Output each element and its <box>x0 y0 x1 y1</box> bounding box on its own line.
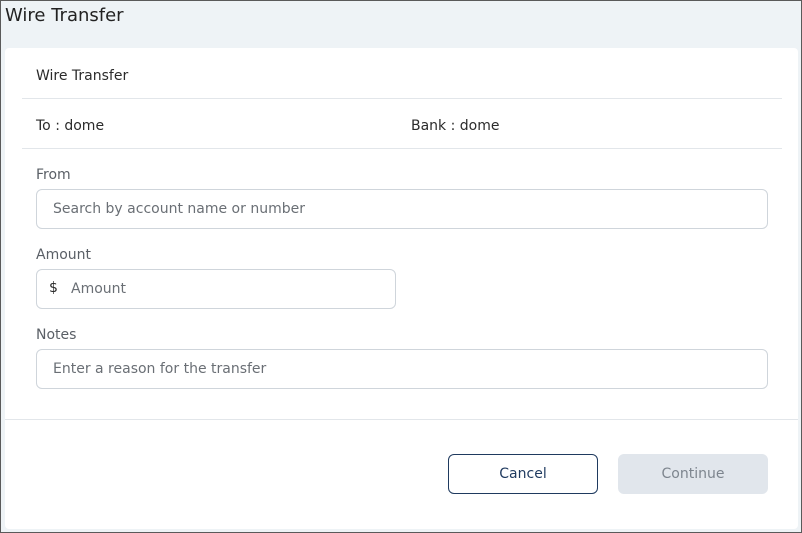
amount-field: $ <box>36 269 396 309</box>
recipient-bank: Bank : dome <box>411 118 500 134</box>
notes-input[interactable] <box>36 349 768 389</box>
header-divider <box>22 98 782 99</box>
amount-input[interactable] <box>36 269 396 309</box>
wire-transfer-card: Wire Transfer To : dome Bank : dome From… <box>5 48 798 529</box>
notes-label: Notes <box>36 327 77 343</box>
window-title: Wire Transfer <box>5 5 124 26</box>
cancel-button[interactable]: Cancel <box>448 454 598 494</box>
continue-button[interactable]: Continue <box>618 454 768 494</box>
footer-divider <box>5 419 798 420</box>
currency-symbol: $ <box>49 280 58 296</box>
recipient-name: To : dome <box>36 118 105 134</box>
recipient-divider <box>22 148 782 149</box>
app-window: Wire Transfer Wire Transfer To : dome Ba… <box>0 0 802 533</box>
from-label: From <box>36 167 71 183</box>
from-account-search-input[interactable] <box>36 189 768 229</box>
card-header: Wire Transfer <box>36 68 129 84</box>
amount-label: Amount <box>36 247 92 263</box>
